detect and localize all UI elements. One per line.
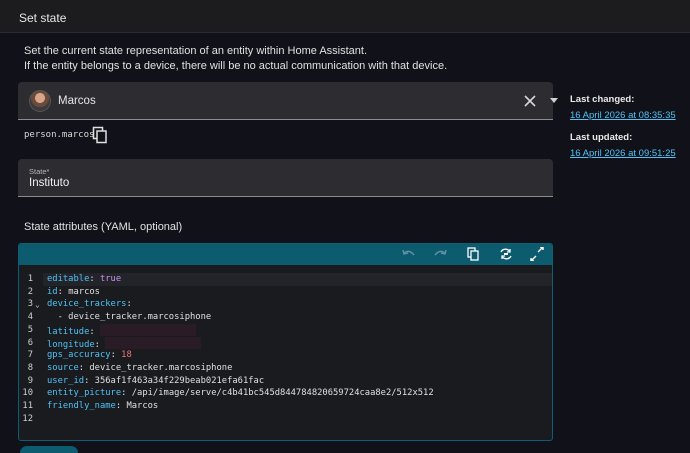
yaml-value: - device_tracker.marcosiphone — [47, 312, 212, 323]
attributes-title: State attributes (YAML, optional) — [24, 221, 183, 233]
code-line: editable: true — [47, 274, 122, 284]
close-icon[interactable] — [523, 94, 537, 108]
submit-button[interactable] — [20, 446, 78, 453]
yaml-key: user_id — [47, 375, 85, 386]
code-line: friendly_name: Marcos — [47, 401, 159, 411]
line-number: 9 — [27, 375, 33, 386]
line-number: 6 — [27, 337, 33, 348]
entity-picker[interactable]: Marcos — [18, 82, 558, 120]
yaml-value: 18 — [121, 350, 132, 361]
code-area[interactable]: editable: true id: marcos device_trackers:… — [43, 265, 552, 440]
copy-icon[interactable] — [92, 126, 108, 144]
line-number-gutter: 1 2 3 ⌄ 4 5 6 7 8 9 10 11 12 — [19, 265, 43, 440]
yaml-value: 356af1f463a34f229beab021efa61fac — [94, 375, 265, 386]
yaml-value: true — [99, 274, 122, 284]
state-field[interactable]: State* Instituto — [18, 159, 553, 197]
yaml-key: gps_accuracy — [47, 350, 111, 361]
last-changed-link[interactable]: 16 April 2026 at 08:35:35 — [570, 110, 676, 121]
yaml-key: source — [47, 362, 79, 373]
copy-icon[interactable] — [465, 247, 481, 261]
yaml-key: id — [47, 286, 58, 297]
line-number: 11 — [22, 401, 33, 411]
line-number: 2 — [27, 286, 33, 297]
line-number: 12 — [22, 413, 33, 424]
code-line: id: marcos — [47, 286, 100, 297]
yaml-key: editable — [47, 274, 90, 284]
yaml-editor[interactable]: 1 2 3 ⌄ 4 5 6 7 8 9 10 11 12 editable: true id: marco… — [18, 243, 553, 441]
redacted-value — [105, 336, 202, 349]
yaml-key: entity_picture — [47, 388, 122, 399]
code-line: source: device_tracker.marcosiphone — [47, 362, 233, 373]
last-updated-label: Last updated: — [570, 132, 633, 143]
avatar — [29, 90, 51, 112]
description: Set the current state representation of … — [24, 44, 447, 73]
page-title: Set state — [19, 11, 67, 25]
state-label: State* — [29, 167, 50, 176]
description-line-1: Set the current state representation of … — [24, 45, 368, 57]
line-number: 7 — [27, 350, 33, 361]
state-input[interactable]: Instituto — [29, 177, 69, 189]
entity-id: person.marcos — [24, 130, 95, 140]
yaml-key: friendly_name — [47, 401, 116, 411]
refresh-icon[interactable] — [498, 247, 514, 261]
yaml-value: marcos — [68, 286, 100, 297]
code-line: user_id: 356af1f463a34f229beab021efa61fa… — [47, 375, 265, 386]
line-number: 10 — [22, 388, 33, 399]
code-line: device_trackers: — [47, 299, 132, 310]
last-changed-label: Last changed: — [570, 94, 635, 105]
yaml-value: device_tracker.marcosiphone — [89, 362, 233, 373]
redo-icon[interactable] — [432, 247, 448, 261]
code-line: gps_accuracy: 18 — [47, 350, 132, 361]
line-number: 3 — [27, 299, 33, 310]
entity-name: Marcos — [58, 95, 96, 107]
chevron-down-icon[interactable] — [550, 98, 558, 103]
yaml-key: device_trackers — [47, 299, 127, 310]
last-updated-link[interactable]: 16 April 2026 at 09:51:25 — [570, 148, 676, 159]
yaml-value: /api/image/serve/c4b41bc545d844784820659… — [131, 388, 434, 399]
code-line: - device_tracker.marcosiphone — [47, 311, 212, 324]
redacted-value — [99, 323, 196, 336]
dialog-header: Set state — [0, 0, 690, 33]
line-number: 5 — [27, 324, 33, 335]
fullscreen-icon[interactable] — [529, 247, 545, 261]
yaml-value: Marcos — [126, 401, 159, 411]
code-line: longitude: — [47, 336, 202, 350]
line-number: 8 — [27, 362, 33, 373]
line-number: 4 — [27, 312, 33, 323]
yaml-key: latitude — [47, 326, 90, 337]
code-line: entity_picture: /api/image/serve/c4b41bc… — [47, 388, 434, 399]
editor-toolbar — [19, 244, 552, 265]
line-number: 1 — [27, 274, 33, 284]
code-line: latitude: — [47, 323, 196, 337]
fold-toggle-icon[interactable]: ⌄ — [35, 298, 40, 311]
yaml-key: longitude — [47, 339, 95, 350]
description-line-2: If the entity belongs to a device, there… — [24, 59, 448, 72]
undo-icon[interactable] — [401, 247, 417, 261]
